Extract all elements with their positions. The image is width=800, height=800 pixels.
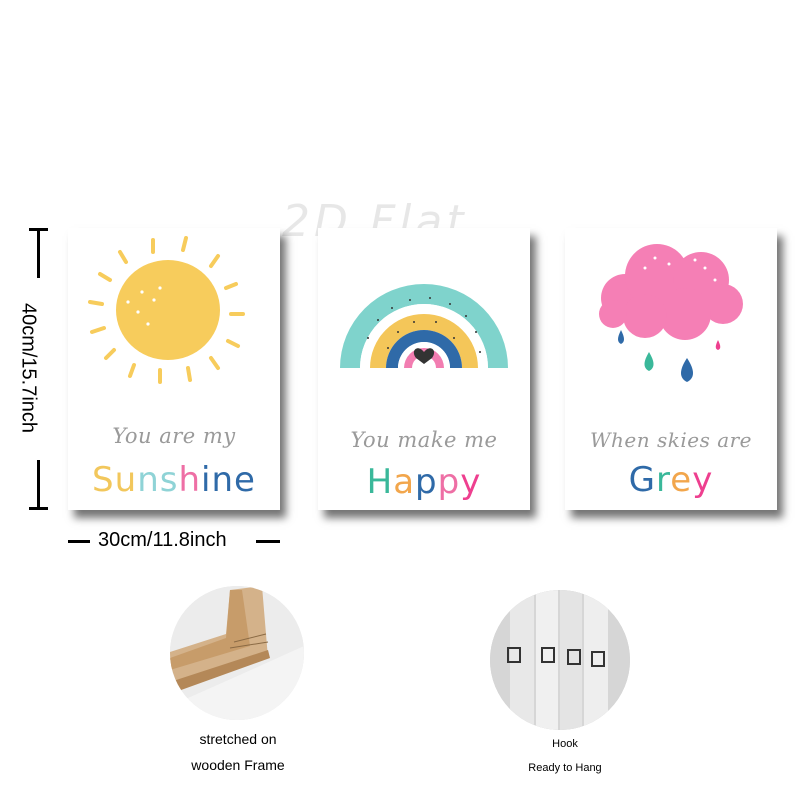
big-letter: e bbox=[670, 460, 693, 500]
canvas-panel-grey: When skies are Grey bbox=[565, 228, 777, 510]
big-letter: p bbox=[437, 462, 461, 502]
wooden-frame-graphic bbox=[170, 586, 304, 720]
big-letter: s bbox=[159, 460, 179, 500]
panel-script-text: You are my bbox=[112, 424, 236, 448]
big-letter: y bbox=[692, 460, 714, 500]
width-cap-right bbox=[256, 540, 280, 543]
canvas-panel-sunshine: You are my Sunshine bbox=[68, 228, 280, 510]
width-label: 30cm/11.8inch bbox=[98, 529, 227, 551]
panel-big-word: Happy bbox=[318, 462, 530, 502]
panel-script-text: When skies are bbox=[589, 428, 753, 452]
big-letter: a bbox=[393, 462, 416, 502]
hook-photo bbox=[490, 590, 630, 730]
feature-caption-line1: Hook bbox=[552, 738, 578, 750]
feature-caption-line1: stretched on bbox=[199, 731, 277, 747]
big-letter: i bbox=[201, 460, 212, 500]
big-letter: S bbox=[92, 460, 115, 500]
feature-caption-line2: wooden Frame bbox=[191, 757, 285, 773]
big-letter: y bbox=[460, 462, 482, 502]
canvas-panel-happy: You make me Happy bbox=[318, 228, 530, 510]
panel-big-word: Sunshine bbox=[68, 460, 280, 500]
height-cap-bottom bbox=[29, 507, 48, 510]
panel-script-text: You make me bbox=[350, 428, 498, 452]
wooden-frame-photo bbox=[170, 586, 304, 720]
big-letter: n bbox=[137, 460, 160, 500]
big-letter: H bbox=[366, 462, 394, 502]
panel-big-word: Grey bbox=[565, 460, 777, 500]
feature-caption-line2: Ready to Hang bbox=[528, 762, 602, 774]
height-label: 40cm/15.7inch bbox=[17, 302, 40, 434]
big-letter: h bbox=[178, 460, 202, 500]
big-letter: n bbox=[211, 460, 235, 500]
width-cap-left bbox=[68, 540, 90, 543]
big-letter: r bbox=[656, 460, 671, 500]
big-letter: p bbox=[415, 462, 438, 502]
height-bar-bottom bbox=[37, 460, 40, 510]
height-bar-top bbox=[37, 228, 40, 278]
big-letter: e bbox=[234, 460, 256, 500]
big-letter: G bbox=[628, 460, 657, 500]
hook-graphic bbox=[490, 590, 630, 730]
big-letter: u bbox=[114, 460, 138, 500]
